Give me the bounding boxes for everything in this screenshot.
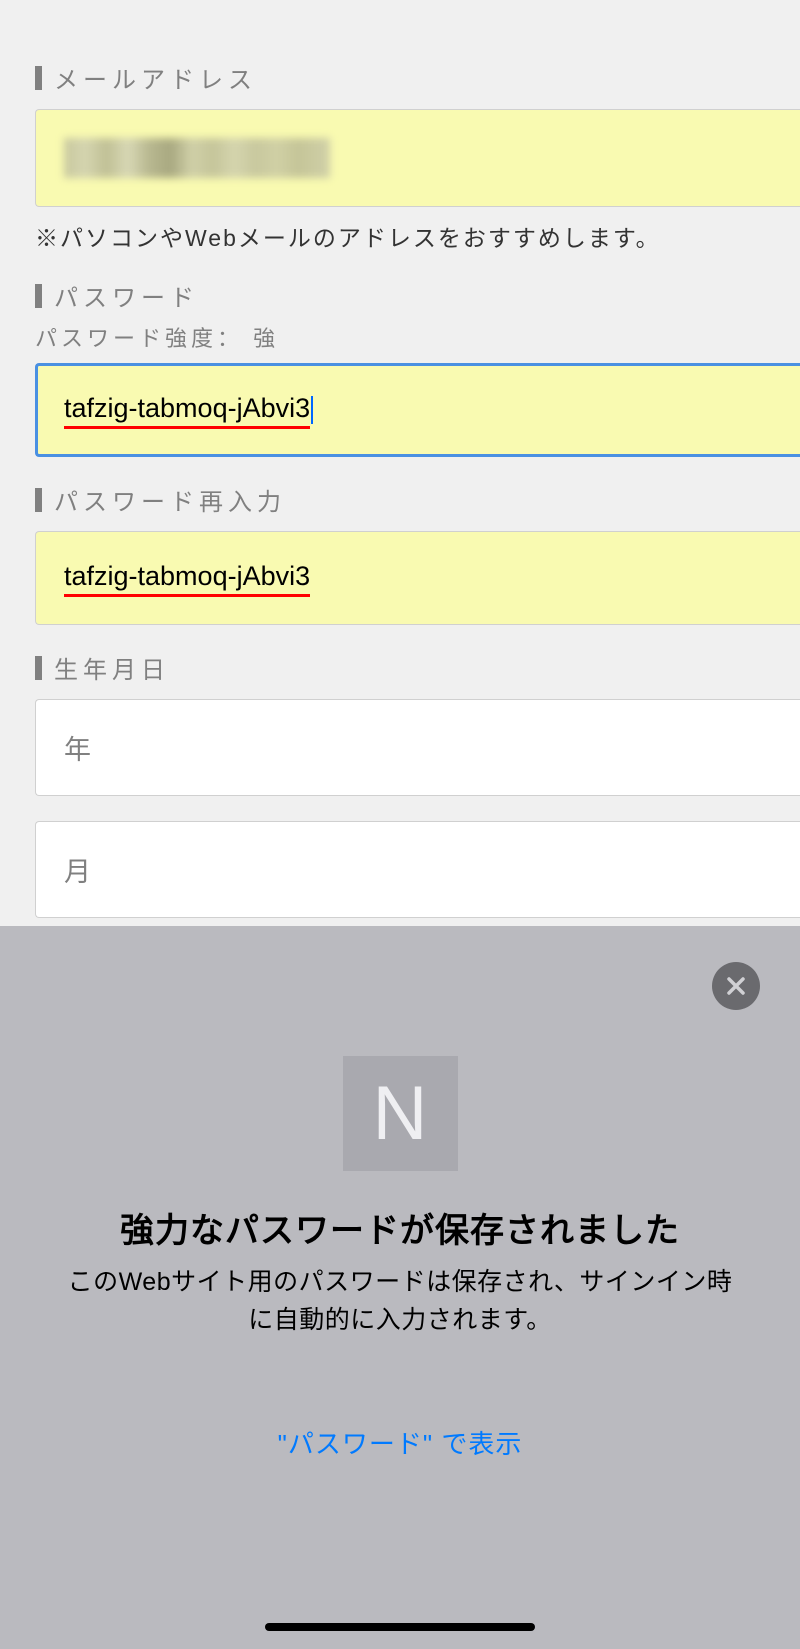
- password-confirm-value: tafzig-tabmoq-jAbvi3: [64, 561, 310, 595]
- email-field-group: メールアドレス ※パソコンやWebメールのアドレスをおすすめします。: [35, 60, 800, 253]
- label-bar-icon: [35, 488, 42, 512]
- year-input[interactable]: 年: [35, 699, 800, 796]
- label-bar-icon: [35, 66, 42, 90]
- close-button[interactable]: [712, 962, 760, 1010]
- text-cursor-icon: [311, 396, 313, 424]
- home-indicator[interactable]: [265, 1623, 535, 1631]
- birthdate-field-group: 生年月日 年 月: [35, 650, 800, 918]
- password-label: パスワード: [35, 278, 800, 313]
- password-confirm-label: パスワード再入力: [35, 482, 800, 517]
- email-input[interactable]: [35, 109, 800, 207]
- app-icon: N: [343, 1056, 458, 1171]
- birthdate-label-text: 生年月日: [54, 650, 170, 685]
- birthdate-label: 生年月日: [35, 650, 800, 685]
- email-helper-text: ※パソコンやWebメールのアドレスをおすすめします。: [35, 219, 800, 253]
- email-label-text: メールアドレス: [54, 60, 257, 95]
- label-bar-icon: [35, 284, 42, 308]
- blurred-email-value: [64, 138, 330, 178]
- show-in-passwords-link[interactable]: "パスワード" で表示: [278, 1424, 523, 1461]
- registration-form: メールアドレス ※パソコンやWebメールのアドレスをおすすめします。 パスワード…: [0, 0, 800, 918]
- email-label: メールアドレス: [35, 60, 800, 95]
- month-input[interactable]: 月: [35, 821, 800, 918]
- year-placeholder: 年: [64, 728, 91, 767]
- password-confirm-field-group: パスワード再入力 tafzig-tabmoq-jAbvi3: [35, 482, 800, 625]
- password-saved-popup: N 強力なパスワードが保存されました このWebサイト用のパスワードは保存され、…: [0, 926, 800, 1649]
- close-icon: [726, 976, 746, 996]
- label-bar-icon: [35, 656, 42, 680]
- password-value: tafzig-tabmoq-jAbvi3: [64, 393, 310, 427]
- popup-title: 強力なパスワードが保存されました: [120, 1203, 680, 1252]
- app-icon-letter: N: [373, 1070, 428, 1157]
- password-strength-text: パスワード強度： 強: [35, 321, 800, 353]
- month-placeholder: 月: [64, 850, 91, 889]
- password-label-text: パスワード: [54, 278, 199, 313]
- password-confirm-input[interactable]: tafzig-tabmoq-jAbvi3: [35, 531, 800, 625]
- popup-description: このWebサイト用のパスワードは保存され、サインイン時に自動的に入力されます。: [0, 1264, 800, 1339]
- password-confirm-label-text: パスワード再入力: [54, 482, 286, 517]
- password-input[interactable]: tafzig-tabmoq-jAbvi3: [35, 363, 800, 457]
- password-field-group: パスワード パスワード強度： 強 tafzig-tabmoq-jAbvi3: [35, 278, 800, 457]
